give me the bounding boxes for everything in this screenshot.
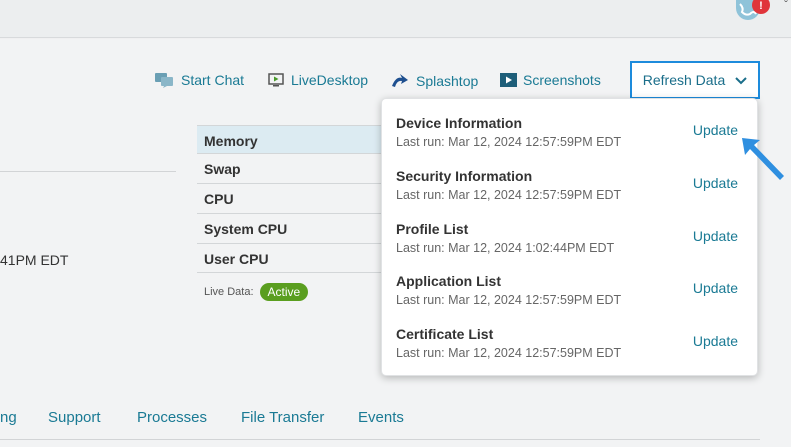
tabs-divider (0, 439, 760, 440)
update-certificate-list-button[interactable]: Update (693, 333, 738, 349)
menu-item-last-run: Last run: Mar 12, 2024 12:57:59PM EDT (396, 293, 622, 307)
menu-item-profile-list: Profile List Last run: Mar 12, 2024 1:02… (396, 221, 746, 271)
chevron-down-icon[interactable]: ˇ (784, 0, 788, 11)
refresh-data-menu: Device Information Last run: Mar 12, 202… (381, 98, 758, 376)
update-application-list-button[interactable]: Update (693, 280, 738, 296)
screenshots-label: Screenshots (523, 72, 601, 88)
device-actions-toolbar: Start Chat LiveDesktop Splashtop Screens… (0, 61, 791, 103)
stat-row-system-cpu: System CPU (197, 213, 387, 243)
chat-icon (155, 72, 175, 88)
start-chat-label: Start Chat (181, 72, 245, 88)
update-device-information-button[interactable]: Update (693, 122, 738, 138)
tab-file-transfer[interactable]: File Transfer (241, 409, 324, 426)
menu-item-last-run: Last run: Mar 12, 2024 12:57:59PM EDT (396, 346, 622, 360)
menu-item-title: Device Information (396, 115, 523, 131)
stat-row-memory: Memory (197, 125, 387, 153)
splashtop-link[interactable]: Splashtop (390, 72, 478, 89)
tab-truncated[interactable]: ng (0, 409, 17, 426)
refresh-data-label: Refresh Data (642, 72, 726, 88)
status-badge: Active (259, 283, 309, 301)
screenshots-link[interactable]: Screenshots (500, 72, 601, 88)
livedesktop-label: LiveDesktop (291, 72, 369, 88)
update-security-information-button[interactable]: Update (693, 175, 738, 191)
notification-badge[interactable]: ! (752, 0, 770, 14)
play-screen-icon (500, 73, 517, 87)
top-bar: ! ˇ (0, 0, 791, 38)
menu-item-certificate-list: Certificate List Last run: Mar 12, 2024 … (396, 326, 746, 376)
menu-item-title: Security Information (396, 168, 533, 184)
device-tabs: ng Support Processes File Transfer Event… (0, 407, 791, 447)
menu-item-application-list: Application List Last run: Mar 12, 2024 … (396, 273, 746, 323)
arrow-pointer-icon (738, 134, 788, 189)
divider (0, 171, 176, 172)
stats-table: Memory Swap CPU System CPU User CPU (197, 125, 387, 273)
live-data-indicator: Live Data: Active (204, 283, 309, 301)
menu-item-title: Certificate List (396, 326, 494, 342)
menu-item-security-information: Security Information Last run: Mar 12, 2… (396, 168, 746, 218)
monitor-icon (268, 72, 285, 88)
stat-row-swap: Swap (197, 153, 387, 183)
chevron-down-icon (735, 72, 747, 88)
tab-support[interactable]: Support (48, 409, 101, 426)
stat-row-cpu: CPU (197, 183, 387, 213)
menu-item-device-information: Device Information Last run: Mar 12, 202… (396, 115, 746, 165)
menu-item-last-run: Last run: Mar 12, 2024 12:57:59PM EDT (396, 188, 622, 202)
menu-item-title: Profile List (396, 221, 469, 237)
live-data-label: Live Data: (204, 286, 254, 298)
tab-processes[interactable]: Processes (137, 409, 207, 426)
update-profile-list-button[interactable]: Update (693, 228, 738, 244)
splashtop-icon (390, 72, 410, 89)
refresh-data-button[interactable]: Refresh Data (630, 61, 760, 99)
livedesktop-link[interactable]: LiveDesktop (268, 72, 368, 88)
menu-item-last-run: Last run: Mar 12, 2024 12:57:59PM EDT (396, 135, 622, 149)
tab-events[interactable]: Events (358, 409, 404, 426)
stat-row-user-cpu: User CPU (197, 243, 387, 273)
start-chat-link[interactable]: Start Chat (155, 72, 244, 88)
last-seen-timestamp: 41PM EDT (0, 252, 69, 268)
splashtop-label: Splashtop (416, 72, 479, 89)
menu-item-title: Application List (396, 273, 501, 289)
menu-item-last-run: Last run: Mar 12, 2024 1:02:44PM EDT (396, 241, 615, 255)
